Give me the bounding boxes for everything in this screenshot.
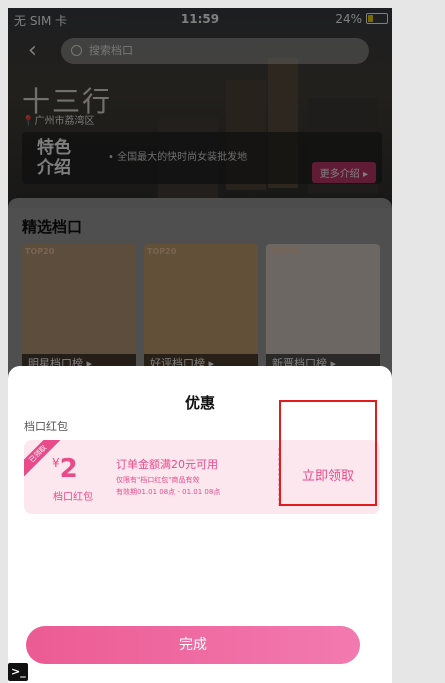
phone-screen: 无 SIM 卡 11:59 24% ‹ 搜索档口 十三行 📍广州市荔湾区 特色 … — [8, 8, 392, 683]
coupon-condition: 订单金额满20元可用 — [116, 458, 218, 471]
highlight-box — [279, 400, 377, 506]
section-label: 档口红包 — [24, 420, 68, 433]
done-button[interactable]: 完成 — [26, 626, 360, 664]
coupon-period: 有效期01.01 08点 - 01.01 08点 — [116, 488, 221, 496]
coupon-kind: 档口红包 — [53, 492, 93, 503]
top-margin — [0, 0, 445, 8]
coupon-scope: 仅限有"档口红包"商品有效 — [116, 476, 200, 484]
right-margin — [392, 0, 445, 683]
terminal-icon: >_ — [8, 663, 28, 681]
coupon-amount: ¥2 — [52, 454, 78, 484]
